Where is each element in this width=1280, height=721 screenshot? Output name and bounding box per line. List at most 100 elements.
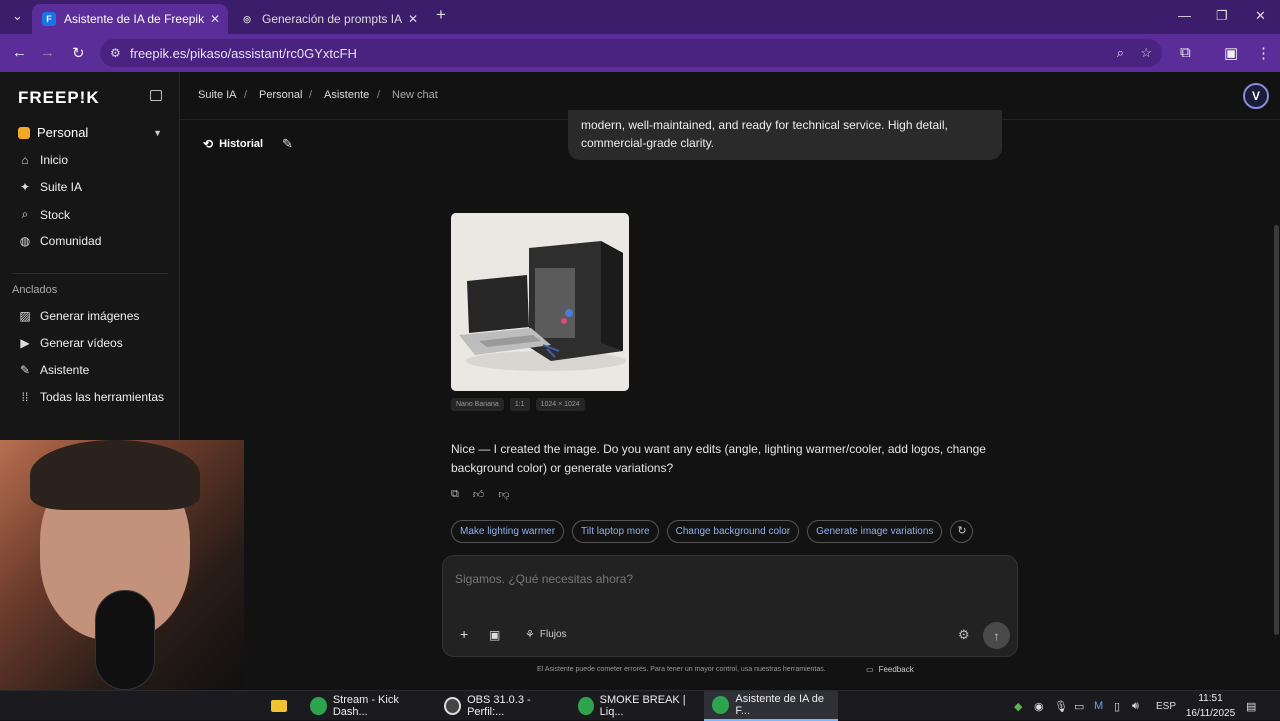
sidebar-item-generar-videos[interactable]: ▶ Generar vídeos	[18, 336, 122, 350]
taskbar-item[interactable]: OBS 31.0.3 - Perfil:...	[436, 691, 564, 721]
video-icon: ▶	[20, 336, 30, 350]
site-info-icon[interactable]: ⚙	[110, 46, 121, 60]
extensions-icon[interactable]: ⧉	[1180, 44, 1191, 61]
taskbar-label: OBS 31.0.3 - Perfil:...	[467, 694, 531, 718]
tab-search-icon[interactable]: ⌄	[12, 8, 23, 24]
flujos-button[interactable]: ⚘ Flujos	[525, 628, 567, 641]
suggestion-chip[interactable]: Generate image variations	[807, 520, 943, 543]
breadcrumb-suite-ia[interactable]: Suite IA	[198, 89, 237, 101]
search-icon: ⌕	[21, 207, 29, 221]
taskbar-item[interactable]: Stream - Kick Dash...	[302, 691, 430, 721]
user-message: modern, well-maintained, and ready for t…	[568, 110, 1002, 160]
breadcrumb-personal[interactable]: Personal	[259, 89, 302, 101]
sidebar-item-todas-herramientas[interactable]: ⁞⁞ Todas las herramientas	[18, 390, 164, 404]
feedback-link[interactable]: ▭ Feedback	[866, 665, 914, 674]
send-button[interactable]: ↑	[983, 622, 1010, 649]
language-indicator[interactable]: ESP	[1156, 701, 1176, 712]
chrome-icon	[310, 697, 327, 715]
freepik-favicon-icon: F	[42, 12, 56, 26]
sidebar-item-label: Todas las herramientas	[40, 390, 165, 404]
display-icon[interactable]: ▭	[1074, 700, 1084, 713]
assistant-icon: ✎	[19, 363, 31, 377]
minimize-icon[interactable]: —	[1178, 8, 1191, 23]
menu-icon[interactable]: ⋮	[1256, 44, 1271, 62]
zoom-icon[interactable]: ⌕	[1117, 45, 1124, 61]
thumbs-down-icon[interactable]: 👎︎	[498, 488, 509, 501]
add-attachment-icon[interactable]: +	[460, 626, 468, 642]
workspace-label: Personal	[37, 125, 89, 140]
close-tab-icon[interactable]: ✕	[408, 12, 418, 26]
thumbs-up-icon[interactable]: 👍︎	[473, 488, 485, 501]
tab-prompt-generation[interactable]: ◎ Generación de prompts IA ✕	[230, 4, 426, 34]
resolution-chip: 1024 × 1024	[535, 398, 585, 411]
forward-icon[interactable]: →	[40, 44, 55, 61]
suggestion-chip[interactable]: Change background color	[666, 520, 800, 543]
feedback-label: Feedback	[878, 665, 914, 674]
comment-icon: ▭	[866, 665, 874, 674]
disclaimer-text: El Asistente puede cometer errores. Para…	[537, 666, 826, 673]
browser-tab-bar: ⌄ F Asistente de IA de Freepik: crea ✕ ◎…	[0, 0, 1280, 34]
notifications-icon[interactable]: ▤	[1246, 700, 1256, 713]
sidebar-item-inicio[interactable]: ⌂ Inicio	[18, 153, 68, 167]
avatar[interactable]: V	[1243, 83, 1269, 109]
streamer-hair	[30, 440, 200, 510]
new-tab-button[interactable]: +	[436, 5, 446, 25]
refresh-suggestions-icon[interactable]: ↻	[950, 520, 974, 543]
generated-image[interactable]	[451, 213, 629, 391]
library-icon[interactable]: ▣	[489, 628, 500, 642]
breadcrumb-asistente[interactable]: Asistente	[324, 89, 369, 101]
sidebar-item-suite-ia[interactable]: ✦ Suite IA	[18, 180, 82, 194]
home-icon: ⌂	[21, 153, 29, 167]
arrow-up-icon: ↑	[993, 628, 1000, 643]
bookmark-star-icon[interactable]: ☆	[1140, 45, 1152, 61]
taskbar-item-active[interactable]: Asistente de IA de F...	[704, 691, 838, 721]
side-panel-icon[interactable]: ▣	[1224, 44, 1238, 62]
chat-input[interactable]	[455, 572, 995, 586]
suggestion-chip[interactable]: Make lighting warmer	[451, 520, 565, 543]
volume-icon[interactable]: 🔊︎	[1132, 700, 1139, 713]
sidebar-item-comunidad[interactable]: ◍ Comunidad	[18, 234, 102, 248]
scrollbar[interactable]	[1274, 225, 1279, 635]
sidebar-item-generar-imagenes[interactable]: ▨ Generar imágenes	[18, 309, 139, 323]
close-tab-icon[interactable]: ✕	[210, 12, 220, 26]
workspace-selector[interactable]: Personal ▼	[18, 125, 162, 140]
chrome-icon	[712, 696, 730, 714]
taskbar-item[interactable]: SMOKE BREAK | Liq...	[570, 691, 698, 721]
freepik-logo: FREEP!K	[18, 88, 100, 107]
workspace-icon	[18, 126, 30, 139]
back-icon[interactable]: ←	[12, 44, 27, 61]
file-explorer-icon[interactable]	[264, 691, 294, 721]
nvidia-icon[interactable]: ◆	[1014, 700, 1022, 713]
breadcrumb-separator: /	[377, 89, 381, 101]
clock[interactable]: 11:51 16/11/2025	[1183, 691, 1238, 721]
tray-app-icon[interactable]: M	[1094, 700, 1103, 712]
historial-button[interactable]: ⟲ Historial	[203, 137, 263, 151]
new-chat-icon[interactable]: ✎	[282, 136, 293, 152]
taskbar: Stream - Kick Dash... OBS 31.0.3 - Perfi…	[0, 690, 1280, 721]
sidebar-item-label: Suite IA	[40, 180, 83, 194]
image-meta-chips: Nano Banana 1:1 1024 × 1024	[451, 398, 585, 411]
tray-app-icon[interactable]: ◉	[1034, 700, 1044, 713]
message-actions: ⧉ 👍︎ 👎︎	[451, 488, 510, 501]
address-bar[interactable]: ⚙ freepik.es/pikaso/assistant/rc0GYxtcFH…	[100, 39, 1162, 67]
collapse-sidebar-icon[interactable]	[150, 90, 162, 101]
webcam-overlay	[0, 440, 244, 690]
breadcrumb-new-chat: New chat	[392, 89, 438, 101]
taskbar-label: Stream - Kick Dash...	[332, 694, 399, 718]
copy-icon[interactable]: ⧉	[451, 488, 459, 501]
tab-title: Asistente de IA de Freepik: crea	[64, 12, 204, 26]
close-window-icon[interactable]: ✕	[1255, 8, 1266, 24]
pc-laptop-illustration	[451, 213, 629, 391]
battery-icon[interactable]: ▯	[1114, 700, 1120, 713]
url-text: freepik.es/pikaso/assistant/rc0GYxtcFH	[130, 45, 357, 61]
tab-freepik-assistant[interactable]: F Asistente de IA de Freepik: crea ✕	[32, 4, 228, 34]
microphone-icon[interactable]: 🎙︎	[1054, 700, 1068, 713]
sidebar-item-label: Inicio	[40, 153, 69, 167]
reload-icon[interactable]: ↻	[72, 44, 85, 62]
clock-time: 11:51	[1198, 693, 1223, 704]
suggestion-chip[interactable]: Tilt laptop more	[572, 520, 659, 543]
settings-icon[interactable]: ⚙	[958, 627, 970, 643]
restore-icon[interactable]: ❐	[1216, 8, 1228, 24]
sidebar-item-asistente[interactable]: ✎ Asistente	[18, 363, 89, 377]
sidebar-item-stock[interactable]: ⌕ Stock	[18, 207, 70, 222]
